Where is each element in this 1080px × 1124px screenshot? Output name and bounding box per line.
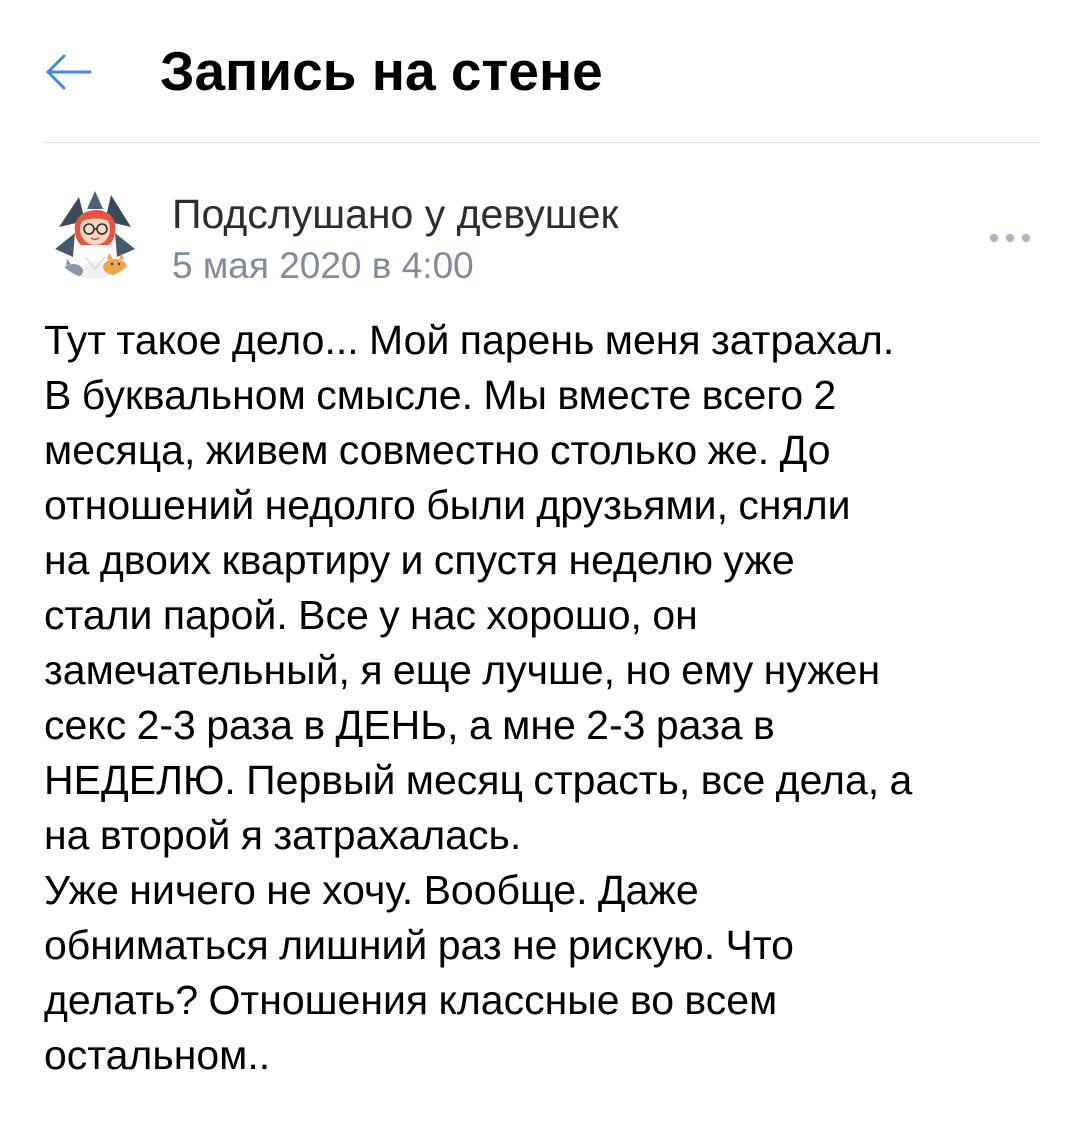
- post-text-line: отношений недолго были друзьями, сняли: [44, 482, 851, 528]
- post-text-line: стали парой. Все у нас хорошо, он: [44, 592, 698, 638]
- post-text-line: на второй я затрахалась.: [44, 812, 522, 858]
- page-title: Запись на стене: [160, 40, 603, 102]
- back-button[interactable]: [40, 45, 94, 99]
- avatar[interactable]: [49, 187, 141, 279]
- post-text-line: Тут такое дело... Мой парень меня затрах…: [44, 317, 895, 363]
- post-text-line: секс 2-3 раза в ДЕНЬ, а мне 2-3 раза в: [44, 702, 775, 748]
- post-text-line: НЕДЕЛЮ. Первый месяц страсть, все дела, …: [44, 757, 913, 803]
- post-text-line: обниматься лишний раз не рискую. Что: [44, 922, 794, 968]
- post-date[interactable]: 5 мая 2020 в 4:00: [172, 244, 474, 288]
- post-text-line: месяца, живем совместно столько же. До: [44, 427, 831, 473]
- header-divider: [42, 142, 1040, 143]
- more-options-button[interactable]: [980, 222, 1040, 254]
- post-text-line: Уже ничего не хочу. Вообще. Даже: [44, 867, 699, 913]
- post-text-line: остальном..: [44, 1032, 271, 1078]
- post-text: Тут такое дело... Мой парень меня затрах…: [44, 313, 1054, 1083]
- post-text-line: на двоих квартиру и спустя неделю уже: [44, 537, 795, 583]
- author-name[interactable]: Подслушано у девушек: [172, 190, 618, 238]
- more-horizontal-icon: [989, 233, 1031, 243]
- post-text-line: замечательный, я еще лучше, но ему нужен: [44, 647, 881, 693]
- arrow-left-icon: [46, 54, 92, 90]
- post-text-line: делать? Отношения классные во всем: [44, 977, 778, 1023]
- top-bar: Запись на стене: [0, 0, 1080, 143]
- cartoon-girl-avatar-icon: [55, 191, 135, 279]
- post-text-line: В буквальном смысле. Мы вместе всего 2: [44, 372, 837, 418]
